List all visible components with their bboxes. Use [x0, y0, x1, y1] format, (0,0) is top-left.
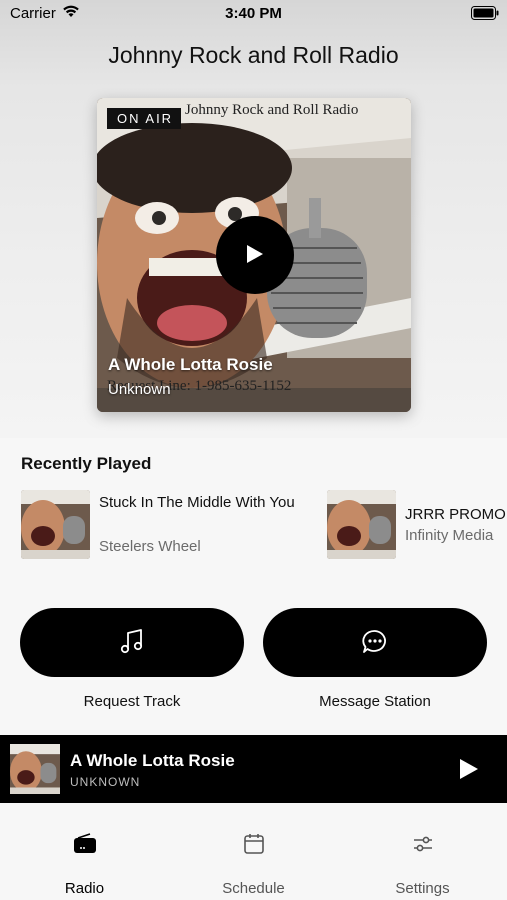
- recent-item-artist: Infinity Media: [405, 527, 494, 544]
- tab-schedule[interactable]: Schedule: [169, 803, 338, 900]
- play-icon: [460, 759, 478, 779]
- recent-item[interactable]: Stuck In The Middle With You Steelers Wh…: [21, 490, 321, 560]
- sliders-icon: [410, 831, 436, 862]
- artwork-banner-text: Johnny Rock and Roll Radio: [185, 102, 359, 118]
- now-playing-artist: Unknown: [108, 381, 171, 398]
- recent-item-thumbnail: [327, 490, 396, 559]
- mini-player-thumbnail: [10, 744, 60, 794]
- request-track-button[interactable]: [20, 608, 244, 677]
- recent-item-title: Stuck In The Middle With You: [99, 494, 295, 511]
- play-icon: [247, 245, 263, 263]
- message-station-button[interactable]: [263, 608, 487, 677]
- calendar-icon: [241, 831, 267, 862]
- tab-settings-label: Settings: [395, 880, 450, 897]
- clock: 3:40 PM: [225, 5, 282, 22]
- radio-icon: [72, 831, 98, 862]
- tab-radio-label: Radio: [64, 880, 105, 897]
- tab-settings[interactable]: Settings: [338, 803, 507, 900]
- chat-bubble-icon: [362, 630, 386, 653]
- tab-radio[interactable]: Radio: [0, 803, 169, 900]
- page-title: Johnny Rock and Roll Radio: [108, 42, 399, 68]
- now-playing-title: A Whole Lotta Rosie: [108, 355, 273, 374]
- play-button[interactable]: [216, 216, 294, 294]
- mini-player-title: A Whole Lotta Rosie: [70, 751, 235, 770]
- battery-icon: [471, 6, 499, 24]
- mini-player-artist: UNKNOWN: [70, 775, 141, 789]
- recent-item-thumbnail: [21, 490, 90, 559]
- music-note-icon: [120, 629, 143, 654]
- request-track-label: Request Track: [83, 693, 181, 710]
- now-playing-artwork: Johnny Rock and Roll Radio Request Line:…: [97, 98, 411, 412]
- mini-player-play-button[interactable]: [458, 757, 480, 786]
- recent-item-title: JRRR PROMO: [405, 506, 506, 523]
- recently-played-heading: Recently Played: [21, 454, 152, 473]
- message-station-label: Message Station: [319, 693, 431, 710]
- tab-schedule-label: Schedule: [222, 880, 285, 897]
- recent-item-artist: Steelers Wheel: [99, 538, 201, 555]
- on-air-badge: ON AIR: [107, 108, 182, 129]
- status-bar: Carrier 3:40 PM: [0, 0, 507, 28]
- recent-item[interactable]: JRRR PROMO Infinity Media: [327, 490, 507, 560]
- mini-player[interactable]: A Whole Lotta Rosie UNKNOWN: [0, 735, 507, 803]
- tab-bar: Radio Schedule Settings: [0, 803, 507, 900]
